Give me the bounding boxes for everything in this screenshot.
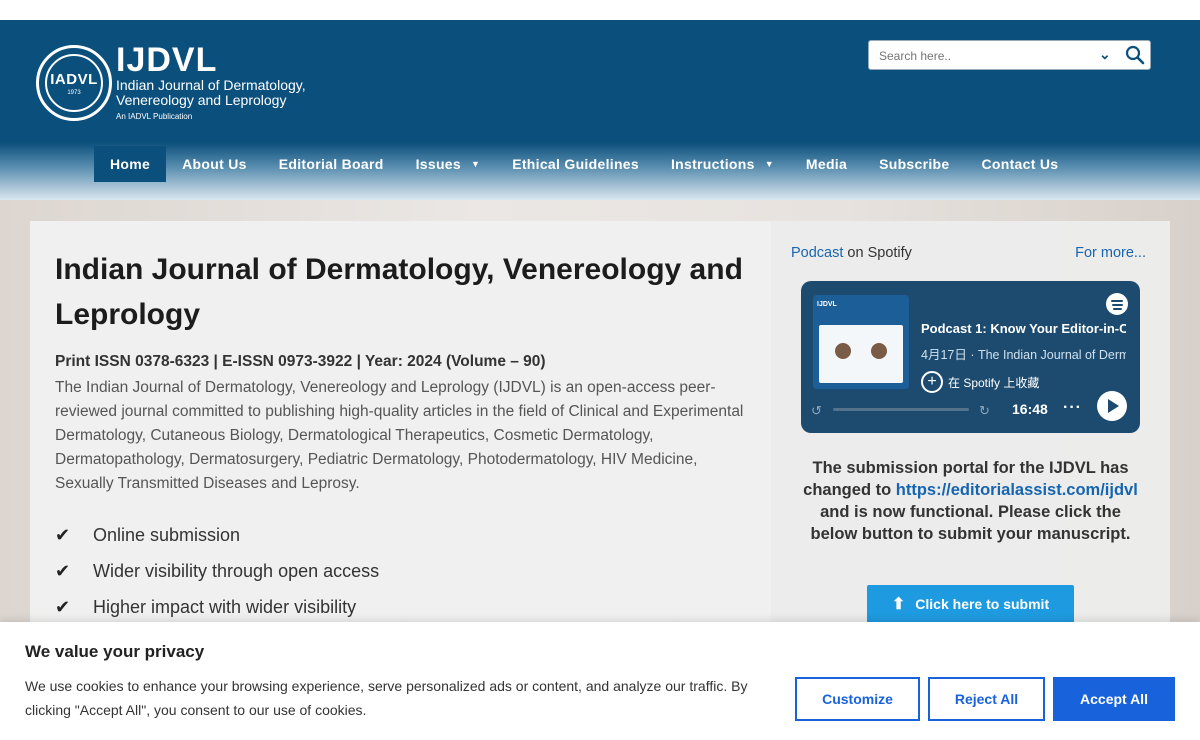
nav-label: Ethical Guidelines	[512, 156, 639, 172]
podcast-link[interactable]: Podcast	[791, 245, 843, 261]
progress-bar[interactable]	[833, 408, 969, 411]
podcast-suffix: on Spotify	[843, 245, 912, 261]
skip-forward-15-icon[interactable]: ↻	[979, 403, 990, 419]
upload-icon: ⬆	[891, 596, 906, 613]
submission-portal-link[interactable]: https://editorialassist.com/ijdvl	[896, 481, 1138, 499]
iadvl-logo[interactable]: IADVL 1973	[36, 45, 112, 121]
nav-subscribe[interactable]: Subscribe	[863, 146, 965, 182]
brand-publisher: An IADVL Publication	[116, 112, 193, 121]
nav-ethical-guidelines[interactable]: Ethical Guidelines	[496, 146, 655, 182]
accept-all-button[interactable]: Accept All	[1053, 677, 1175, 721]
nav-label: Subscribe	[879, 156, 950, 172]
journal-intro-card: Indian Journal of Dermatology, Venereolo…	[30, 221, 771, 641]
feature-list: ✔ Online submission ✔ Wider visibility thr…	[55, 517, 379, 625]
spotify-embed: IJDVL Podcast 1: Know Your Editor-in-Chi…	[801, 281, 1140, 433]
notice-text-2: and is now functional. Please click the …	[810, 503, 1131, 543]
save-on-spotify-button[interactable]: + 在 Spotify 上收藏	[921, 371, 1039, 393]
cookie-banner: We value your privacy We use cookies to …	[0, 622, 1200, 740]
thumbnail-tag: IJDVL	[817, 301, 837, 308]
brand-full-title-line2: Venereology and Leprology	[116, 92, 287, 108]
list-item: ✔ Wider visibility through open access	[55, 553, 379, 589]
save-label: 在 Spotify 上收藏	[948, 375, 1040, 390]
more-options-icon[interactable]: ···	[1063, 399, 1082, 417]
cookie-title: We value your privacy	[25, 642, 205, 661]
caret-down-icon: ▼	[470, 159, 481, 169]
podcast-heading: Podcast on Spotify	[791, 245, 912, 261]
spotify-wave	[1112, 304, 1123, 306]
nav-label: Issues	[415, 156, 461, 172]
thumbnail-panel	[819, 325, 903, 383]
spotify-wave	[1113, 308, 1122, 310]
brand[interactable]: IJDVL Indian Journal of Dermatology, Ven…	[116, 42, 306, 121]
logo-abbr: IADVL	[50, 70, 98, 88]
speaker-avatar	[871, 343, 887, 359]
check-icon: ✔	[55, 560, 71, 581]
customize-button[interactable]: Customize	[795, 677, 920, 721]
cookie-text: We use cookies to enhance your browsing …	[25, 678, 748, 718]
nav-label: Instructions	[670, 156, 755, 172]
nav-label: Contact Us	[981, 156, 1059, 172]
list-item: ✔ Higher impact with wider visibility	[55, 589, 379, 625]
submit-manuscript-button[interactable]: ⬆ Click here to submit	[867, 585, 1074, 623]
main-nav: Home About Us Editorial Board Issues ▼ Et…	[94, 146, 1074, 182]
reject-all-button[interactable]: Reject All	[928, 677, 1045, 721]
page-title: Indian Journal of Dermatology, Venereolo…	[55, 253, 743, 331]
top-strip	[0, 0, 1200, 20]
nav-home[interactable]: Home	[94, 146, 167, 182]
for-more-link[interactable]: For more...	[1075, 245, 1146, 261]
spotify-wave	[1111, 300, 1123, 302]
submission-notice: The submission portal for the IJDVL has …	[801, 457, 1140, 545]
search-icon[interactable]	[1125, 45, 1145, 65]
check-icon: ✔	[55, 524, 71, 545]
check-icon: ✔	[55, 596, 71, 617]
nav-label: Home	[110, 156, 151, 172]
sidebar: Podcast on Spotify For more... IJDVL Pod…	[771, 221, 1170, 641]
logo-year: 1973	[67, 89, 81, 96]
search-box: ⌄	[868, 40, 1151, 70]
nav-instructions[interactable]: Instructions ▼	[655, 146, 790, 182]
speaker-avatar	[835, 343, 851, 359]
nav-media[interactable]: Media	[790, 146, 863, 182]
feature-text: Online submission	[93, 524, 241, 545]
brand-short-title: IJDVL	[116, 41, 218, 79]
logo-inner: IADVL 1973	[45, 54, 103, 112]
episode-duration: 16:48	[1012, 401, 1048, 417]
caret-down-icon: ▼	[764, 159, 774, 169]
spotify-logo-icon[interactable]	[1106, 293, 1128, 315]
nav-label: About Us	[182, 156, 247, 172]
site-header: IADVL 1973 IJDVL Indian Journal of Derma…	[0, 20, 1200, 200]
issn-line: Print ISSN 0378-6323 | E-ISSN 0973-3922 …	[55, 353, 546, 370]
episode-date-show[interactable]: 4月17日 · The Indian Journal of Dermatolog…	[921, 344, 1126, 363]
journal-description: The Indian Journal of Dermatology, Vener…	[55, 379, 744, 492]
nav-issues[interactable]: Issues ▼	[400, 146, 497, 182]
nav-contact-us[interactable]: Contact Us	[965, 146, 1074, 182]
chevron-down-icon[interactable]: ⌄	[1099, 46, 1111, 63]
plus-icon: +	[921, 371, 943, 393]
list-item: ✔ Online submission	[55, 517, 379, 553]
nav-about-us[interactable]: About Us	[166, 146, 263, 182]
episode-title[interactable]: Podcast 1: Know Your Editor-in-Chief	[921, 321, 1126, 336]
nav-label: Media	[805, 156, 848, 172]
feature-text: Wider visibility through open access	[93, 560, 380, 581]
submit-label: Click here to submit	[915, 596, 1050, 612]
brand-full-title-line1: Indian Journal of Dermatology,	[116, 77, 306, 93]
skip-back-15-icon[interactable]: ↺	[811, 403, 822, 419]
play-button[interactable]	[1097, 391, 1127, 421]
nav-editorial-board[interactable]: Editorial Board	[263, 146, 400, 182]
search-input[interactable]	[879, 47, 1079, 65]
nav-label: Editorial Board	[278, 156, 384, 172]
feature-text: Higher impact with wider visibility	[93, 596, 357, 617]
episode-thumbnail[interactable]: IJDVL	[813, 295, 909, 389]
